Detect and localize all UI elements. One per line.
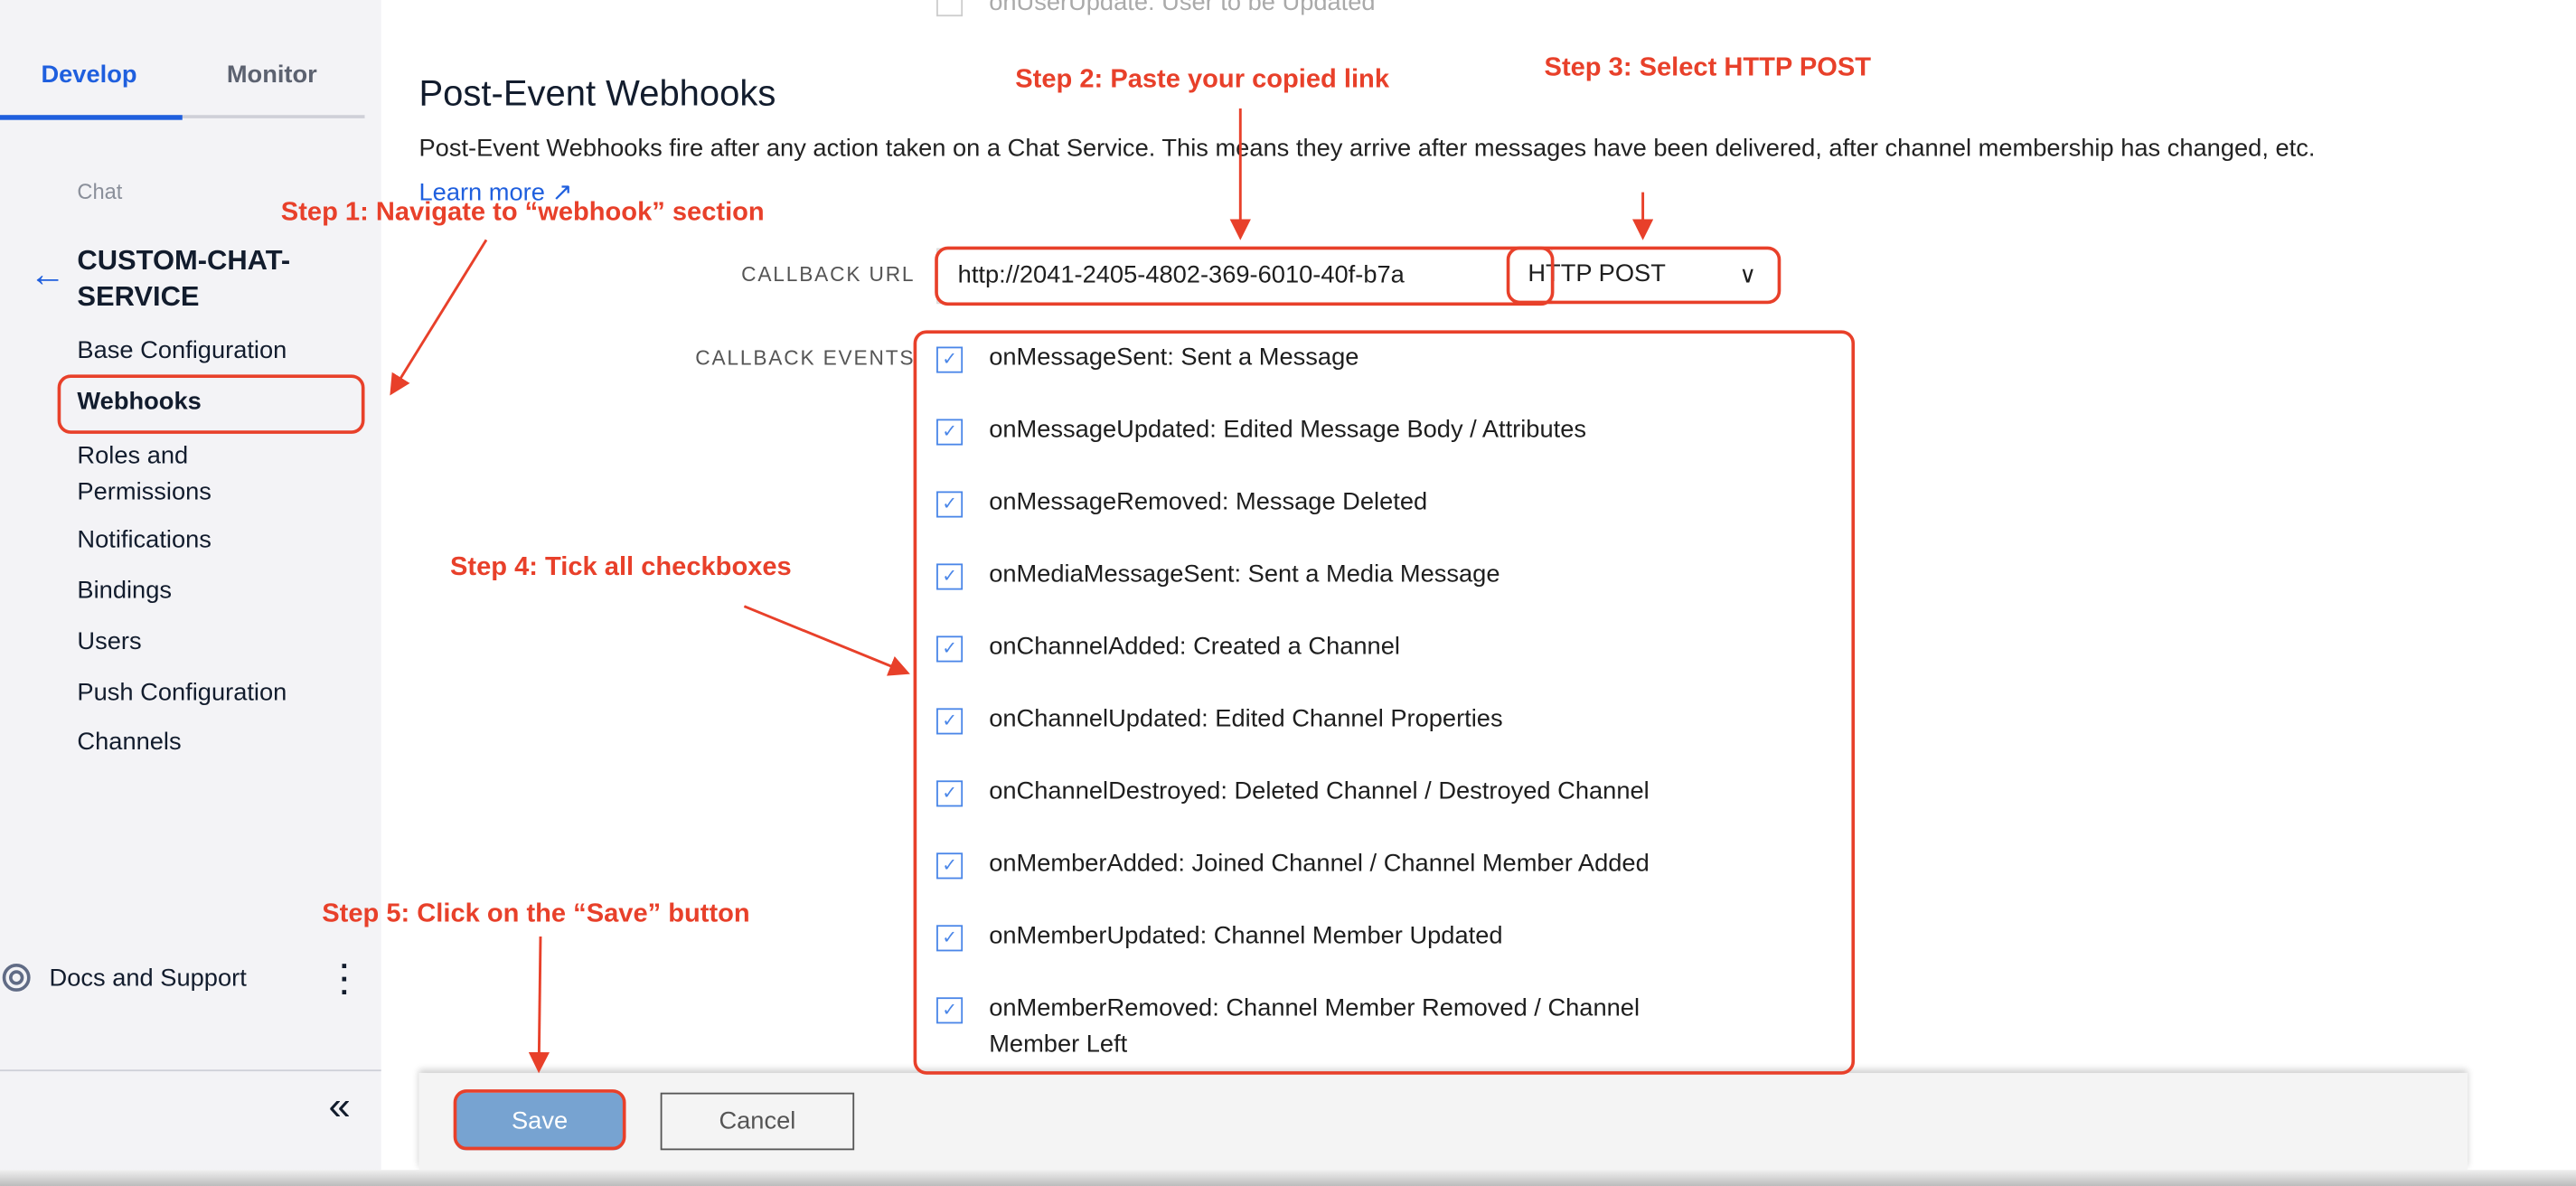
annotation-arrows [390,108,1654,1074]
arrow-step4 [743,605,910,676]
arrow-step1 [390,239,488,396]
arrow-step5 [528,937,550,1074]
